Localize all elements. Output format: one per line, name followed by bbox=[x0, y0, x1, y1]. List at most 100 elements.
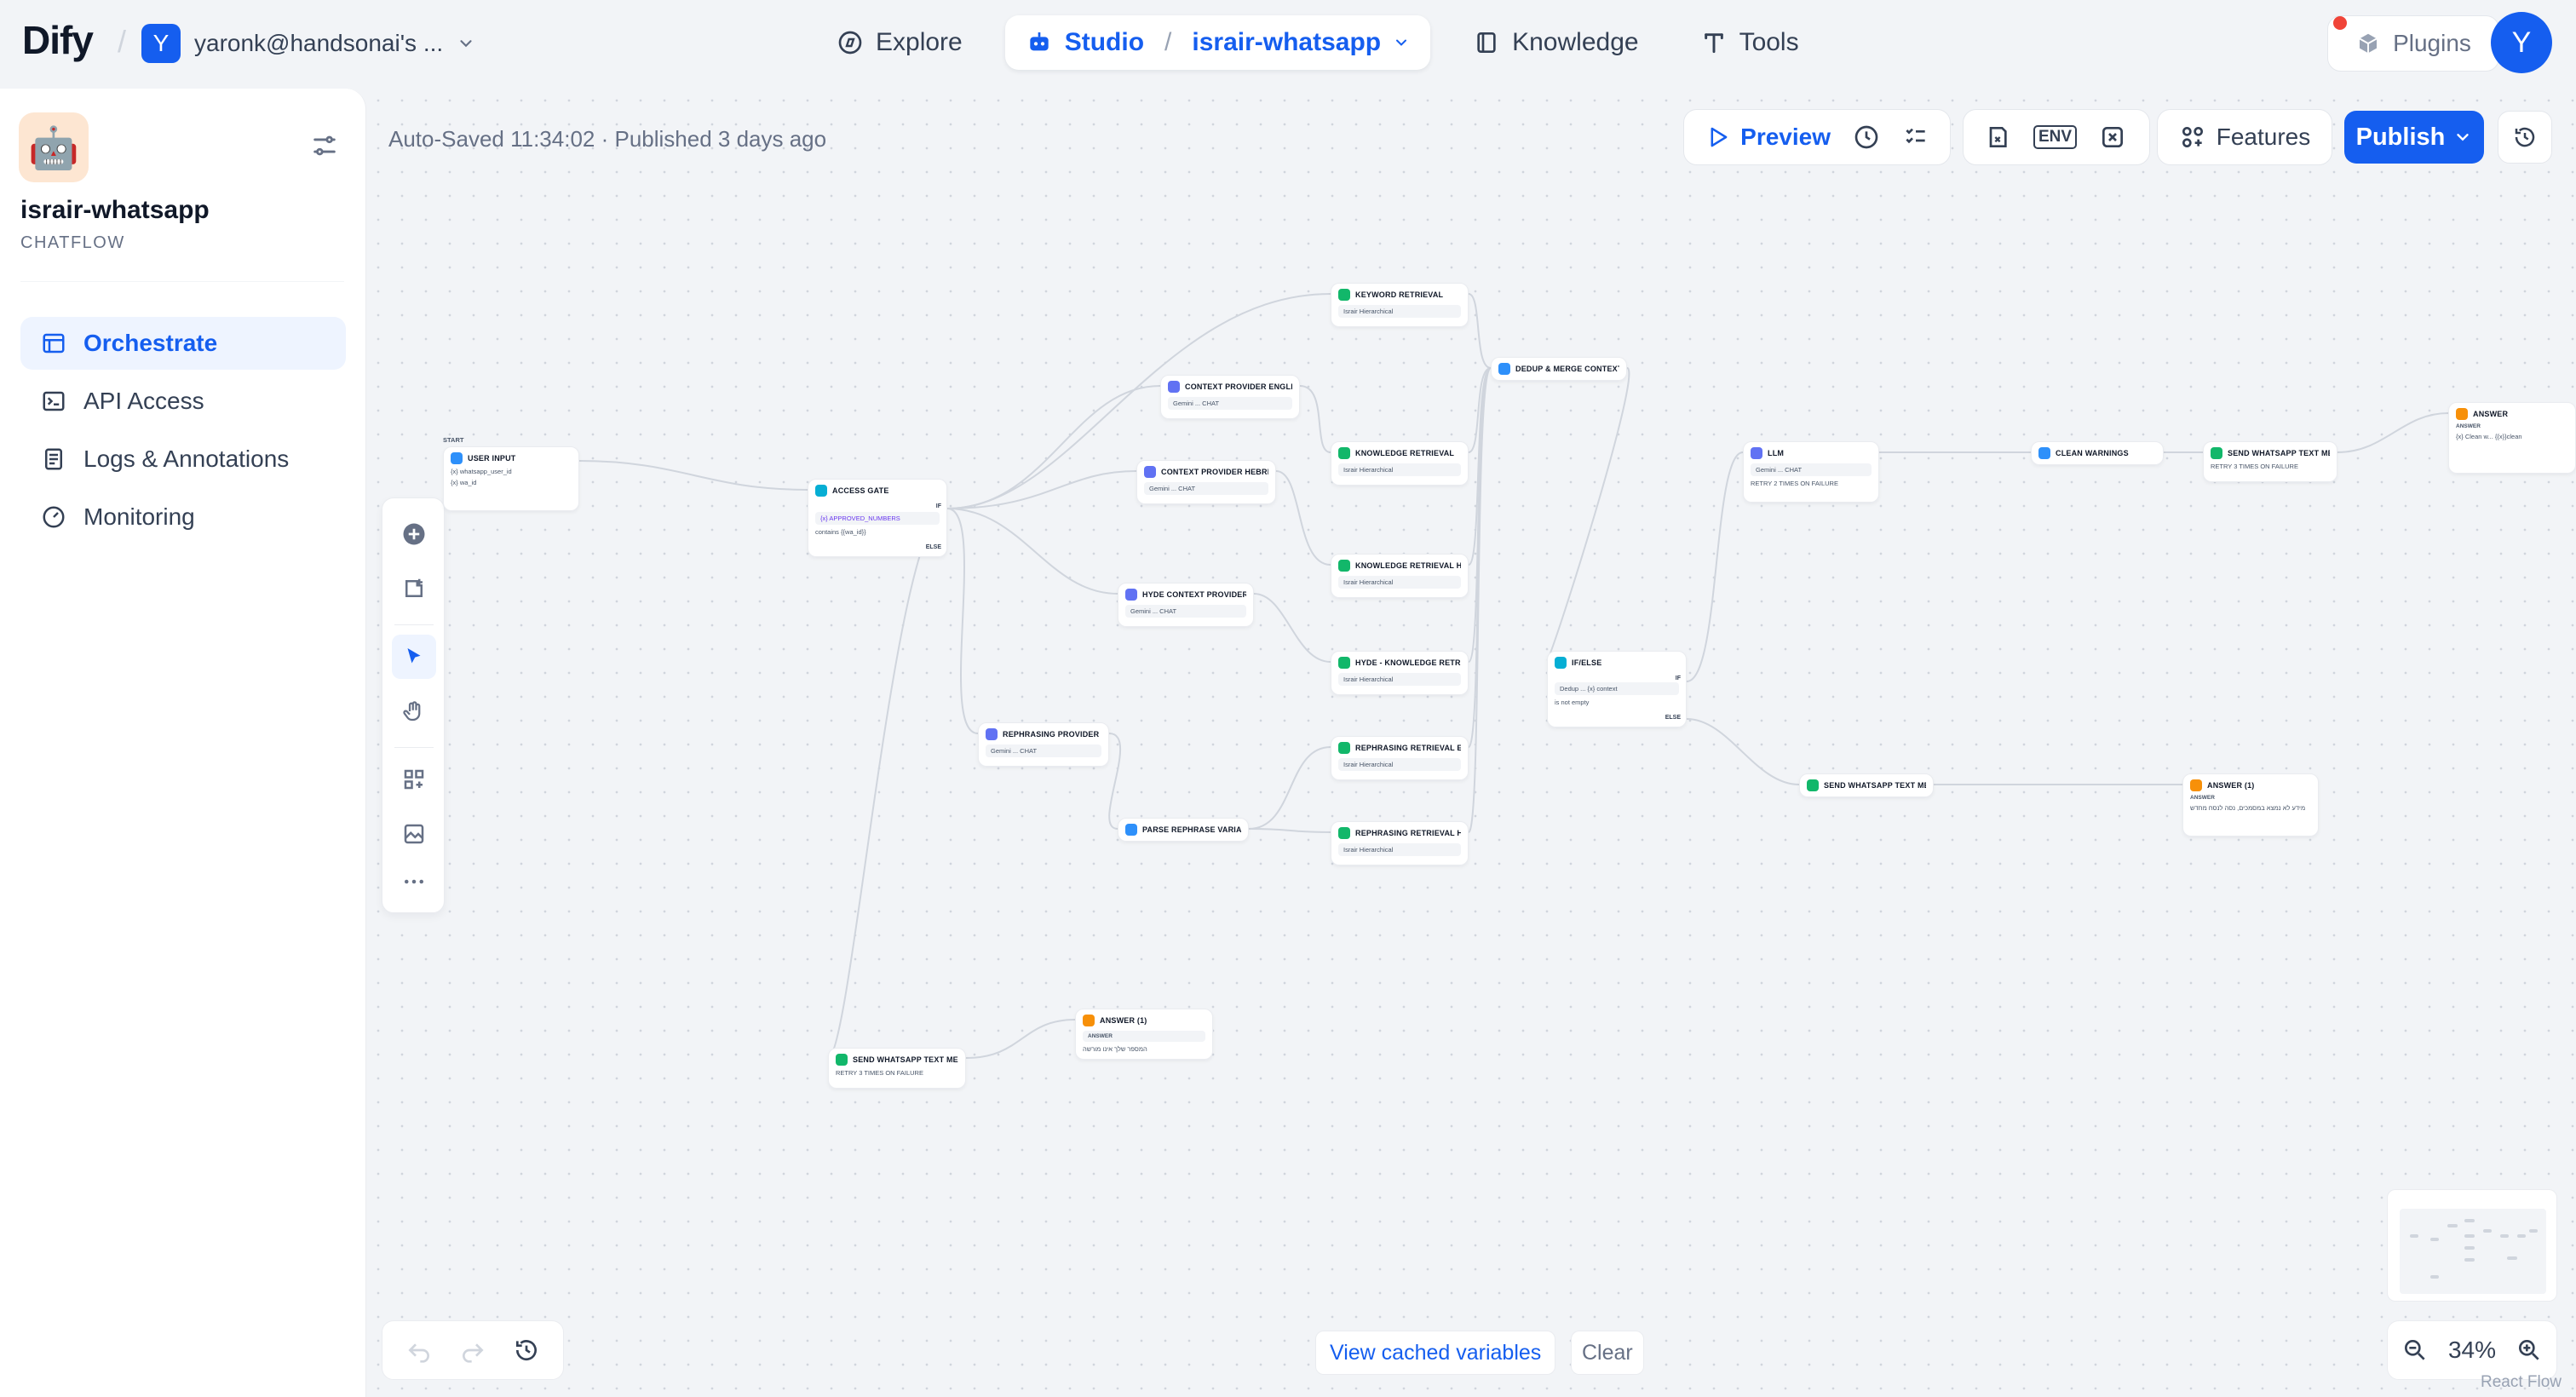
add-node-button[interactable] bbox=[392, 512, 436, 556]
conversation-variables-button[interactable] bbox=[2090, 115, 2135, 159]
node-context-provider-english[interactable]: CONTEXT PROVIDER ENGLI Gemini ... CHAT bbox=[1160, 375, 1300, 419]
node-rephrasing-retrieval-en[interactable]: REPHRASING RETRIEVAL EN Israir Hierarchi… bbox=[1331, 736, 1469, 780]
minimap-node bbox=[2464, 1258, 2475, 1262]
minimap-node bbox=[2410, 1234, 2418, 1238]
env-label: ENV bbox=[2033, 125, 2078, 149]
zoom-level[interactable]: 34% bbox=[2448, 1337, 2496, 1364]
node-title: SEND WHATSAPP TEXT MES bbox=[853, 1055, 958, 1064]
sliders-icon[interactable] bbox=[310, 131, 339, 160]
node-answer[interactable]: ANSWER ANSWER {x} Clean w... {{x}}clean bbox=[2448, 402, 2576, 474]
node-title: KNOWLEDGE RETRIEVAL HE bbox=[1355, 561, 1461, 570]
history-icon[interactable] bbox=[513, 1337, 540, 1364]
minimap-node bbox=[2447, 1224, 2458, 1227]
node-dedup-merge-context[interactable]: DEDUP & MERGE CONTEXT bbox=[1491, 357, 1627, 381]
node-hyde-knowledge-retrieval[interactable]: HYDE - KNOWLEDGE RETRI Israir Hierarchic… bbox=[1331, 651, 1469, 695]
hand-mode-button[interactable] bbox=[392, 689, 436, 733]
node-context-provider-hebrew[interactable]: CONTEXT PROVIDER HEBRE Gemini ... CHAT bbox=[1136, 460, 1276, 504]
undo-icon[interactable] bbox=[405, 1337, 433, 1364]
answer-label: ANSWER bbox=[2190, 795, 2215, 801]
pointer-mode-button[interactable] bbox=[392, 635, 436, 679]
publish-button[interactable]: Publish bbox=[2344, 111, 2484, 164]
node-title: PARSE REPHRASE VARIANT bbox=[1142, 825, 1241, 834]
view-cached-variables-button[interactable]: View cached variables bbox=[1315, 1331, 1556, 1375]
node-answer-1b[interactable]: ANSWER (1) ANSWER המספר שלך אינו מורשה bbox=[1075, 1009, 1213, 1060]
app-name: israir-whatsapp bbox=[20, 196, 210, 224]
node-llm[interactable]: LLM Gemini ... CHAT RETRY 2 TIMES ON FAI… bbox=[1743, 441, 1879, 503]
grid-icon bbox=[2182, 127, 2203, 147]
plugins-button[interactable]: Plugins bbox=[2327, 15, 2499, 72]
zoom-in-icon[interactable] bbox=[2516, 1337, 2543, 1364]
branch-icon bbox=[1555, 657, 1567, 669]
react-flow-attribution[interactable]: React Flow bbox=[2481, 1373, 2562, 1392]
node-knowledge-base: Israir Hierarchical bbox=[1338, 463, 1461, 476]
llm-icon bbox=[986, 728, 998, 740]
minimap[interactable] bbox=[2387, 1189, 2557, 1302]
pointer-icon bbox=[407, 648, 421, 664]
node-answer-1[interactable]: ANSWER (1) ANSWER מידע לא נמצא במסמכים, … bbox=[2182, 773, 2319, 836]
node-condition-var: Dedup ... {x} context bbox=[1555, 682, 1679, 695]
node-clean-warnings[interactable]: CLEAN WARNINGS bbox=[2031, 441, 2164, 465]
node-parse-rephrase-variants[interactable]: PARSE REPHRASE VARIANT bbox=[1118, 818, 1249, 842]
sidebar-item-api-access[interactable]: API Access bbox=[20, 375, 346, 428]
node-model: Gemini ... CHAT bbox=[1168, 397, 1292, 410]
inspect-icon bbox=[1989, 127, 2007, 147]
node-variable: {x} whatsapp_user_id bbox=[451, 468, 512, 475]
node-title: CONTEXT PROVIDER HEBRE bbox=[1161, 468, 1268, 476]
node-model: Gemini ... CHAT bbox=[1125, 605, 1246, 618]
monitoring-icon bbox=[43, 506, 65, 528]
node-title: KEYWORD RETRIEVAL bbox=[1355, 290, 1444, 299]
features-button[interactable]: Features bbox=[2171, 115, 2320, 159]
node-hyde-context-provider[interactable]: HYDE CONTEXT PROVIDER Gemini ... CHAT bbox=[1118, 583, 1254, 627]
node-rephrasing-provider[interactable]: REPHRASING PROVIDER Gemini ... CHAT bbox=[978, 722, 1109, 767]
minimap-node bbox=[2529, 1229, 2538, 1233]
branch-icon bbox=[815, 485, 827, 497]
workflow-canvas[interactable] bbox=[366, 89, 2576, 1397]
variable-inspect-button[interactable] bbox=[1975, 115, 2020, 159]
node-send-whatsapp-1[interactable]: SEND WHATSAPP TEXT MES RETRY 3 TIMES ON … bbox=[2203, 441, 2337, 482]
layout-icon bbox=[404, 769, 424, 790]
workspace-switcher[interactable]: Y yaronk@handsonai's ... bbox=[141, 22, 475, 65]
app-icon: 🤖 bbox=[19, 112, 89, 182]
node-send-whatsapp-3[interactable]: SEND WHATSAPP TEXT MES RETRY 3 TIMES ON … bbox=[828, 1048, 966, 1089]
add-note-button[interactable] bbox=[392, 566, 436, 611]
sidebar-item-orchestrate[interactable]: Orchestrate bbox=[20, 317, 346, 370]
code-icon bbox=[2038, 447, 2050, 459]
version-history-button[interactable] bbox=[2498, 111, 2552, 164]
clear-button[interactable]: Clear bbox=[1571, 1331, 1644, 1375]
nav-explore[interactable]: Explore bbox=[818, 15, 981, 70]
node-send-whatsapp-2[interactable]: SEND WHATSAPP TEXT MES bbox=[1799, 773, 1934, 797]
zoom-out-icon[interactable] bbox=[2401, 1337, 2429, 1364]
node-knowledge-retrieval-he[interactable]: KNOWLEDGE RETRIEVAL HE Israir Hierarchic… bbox=[1331, 554, 1469, 598]
export-image-button[interactable] bbox=[392, 812, 436, 856]
preview-button[interactable]: Preview bbox=[1696, 115, 1839, 159]
minimap-node bbox=[2500, 1234, 2509, 1238]
node-access-gate[interactable]: ACCESS GATE IF {x} APPROVED_NUMBERS cont… bbox=[808, 479, 947, 557]
env-button[interactable]: ENV bbox=[2025, 115, 2085, 159]
sidebar-item-logs[interactable]: Logs & Annotations bbox=[20, 433, 346, 486]
start-label: START bbox=[443, 436, 464, 444]
node-user-input[interactable]: USER INPUT {x} whatsapp_user_id {x} wa_i… bbox=[443, 446, 579, 511]
checklist-button[interactable] bbox=[1894, 115, 1938, 159]
minimap-node bbox=[2464, 1234, 2475, 1238]
dify-logo[interactable]: Dify bbox=[22, 17, 94, 63]
user-avatar[interactable]: Y bbox=[2491, 12, 2552, 73]
node-model: Gemini ... CHAT bbox=[1751, 463, 1872, 476]
sidebar-divider bbox=[20, 281, 344, 282]
node-keyword-retrieval[interactable]: KEYWORD RETRIEVAL Israir Hierarchical bbox=[1331, 283, 1469, 327]
organize-button[interactable] bbox=[392, 757, 436, 802]
more-button[interactable] bbox=[392, 859, 436, 904]
nav-knowledge[interactable]: Knowledge bbox=[1454, 15, 1657, 70]
logo-text: Dify bbox=[22, 18, 94, 62]
workspace-name: yaronk@handsonai's ... bbox=[194, 30, 444, 56]
redo-icon[interactable] bbox=[459, 1337, 486, 1364]
sidebar-item-monitoring[interactable]: Monitoring bbox=[20, 491, 346, 543]
run-history-button[interactable] bbox=[1844, 115, 1889, 159]
nav-tools[interactable]: Tools bbox=[1682, 15, 1818, 70]
node-knowledge-retrieval[interactable]: KNOWLEDGE RETRIEVAL Israir Hierarchical bbox=[1331, 441, 1469, 486]
nav-studio[interactable]: Studio / israir-whatsapp bbox=[1004, 15, 1431, 70]
node-if-else[interactable]: IF/ELSE IF Dedup ... {x} context is not … bbox=[1547, 651, 1687, 727]
studio-app-name[interactable]: israir-whatsapp bbox=[1192, 28, 1381, 57]
app-sidebar: 🤖 israir-whatsapp CHATFLOW Orchestrate A… bbox=[0, 89, 366, 1397]
node-retry: RETRY 3 TIMES ON FAILURE bbox=[836, 1069, 923, 1077]
node-rephrasing-retrieval-he[interactable]: REPHRASING RETRIEVAL HE Israir Hierarchi… bbox=[1331, 821, 1469, 865]
